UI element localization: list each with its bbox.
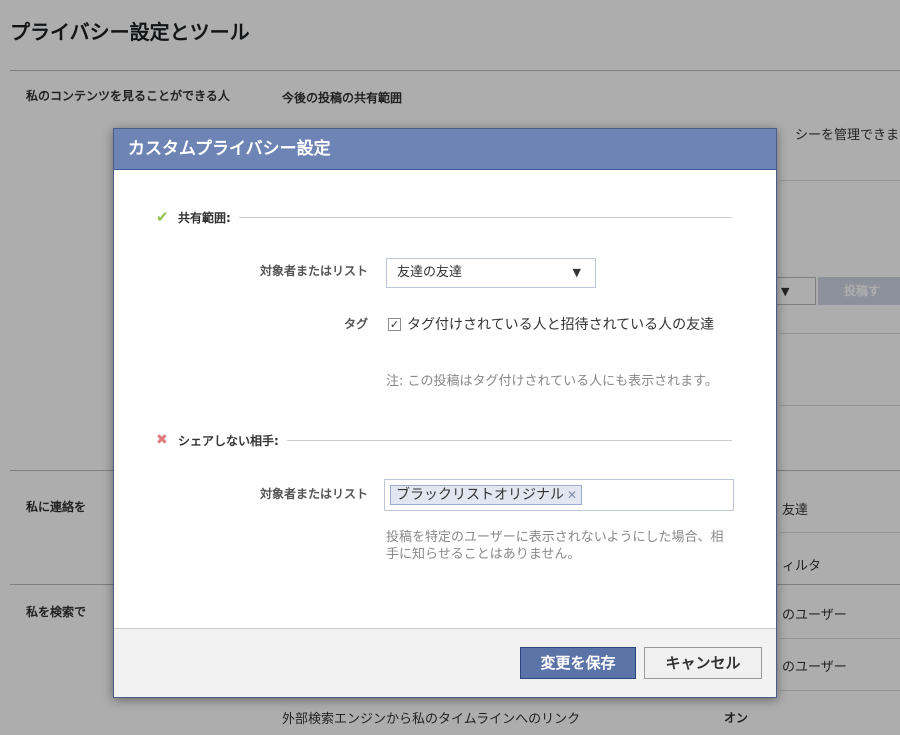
tag-checkbox[interactable]: ✓ bbox=[388, 318, 401, 331]
tag-label: タグ bbox=[343, 317, 368, 331]
save-changes-button[interactable]: 変更を保存 bbox=[520, 647, 636, 679]
cross-icon: ✖ bbox=[156, 432, 168, 448]
custom-privacy-dialog: カスタムプライバシー設定 ✔ 共有範囲: 対象者またはリスト 友達の友達 ▼ タ… bbox=[113, 128, 777, 698]
dialog-title: カスタムプライバシー設定 bbox=[114, 129, 776, 170]
cancel-button[interactable]: キャンセル bbox=[644, 647, 762, 679]
heading-rule bbox=[286, 439, 732, 441]
blacklist-token: ブラックリストオリジナル ✕ bbox=[390, 485, 583, 505]
exclude-note: 投稿を特定のユーザーに表示されないようにした場合、相手に知らせることはありません… bbox=[386, 530, 724, 562]
tag-checkbox-label[interactable]: タグ付けされている人と招待されている人の友達 bbox=[407, 315, 737, 336]
token-label: ブラックリストオリジナル bbox=[396, 487, 564, 503]
remove-x-icon[interactable]: ✕ bbox=[567, 488, 577, 502]
exclude-audience-label: 対象者またはリスト bbox=[259, 487, 368, 501]
share-audience-dropdown[interactable]: 友達の友達 ▼ bbox=[386, 258, 596, 288]
share-audience-label: 対象者またはリスト bbox=[259, 264, 368, 278]
heading-rule bbox=[238, 216, 732, 218]
check-icon: ✔ bbox=[156, 208, 169, 226]
exclude-group-heading: ✖ シェアしない相手: bbox=[156, 430, 732, 450]
share-heading-label: 共有範囲: bbox=[178, 210, 231, 225]
share-audience-value: 友達の友達 bbox=[397, 265, 463, 280]
exclude-heading-label: シェアしない相手: bbox=[178, 433, 279, 448]
triangle-down-icon: ▼ bbox=[572, 266, 581, 279]
exclude-audience-input[interactable]: ブラックリストオリジナル ✕ bbox=[384, 479, 734, 511]
dialog-footer: 変更を保存 キャンセル bbox=[114, 628, 776, 697]
tag-note: 注: この投稿はタグ付けされている人にも表示されます。 bbox=[386, 374, 718, 389]
share-group-heading: ✔ 共有範囲: bbox=[156, 207, 732, 227]
